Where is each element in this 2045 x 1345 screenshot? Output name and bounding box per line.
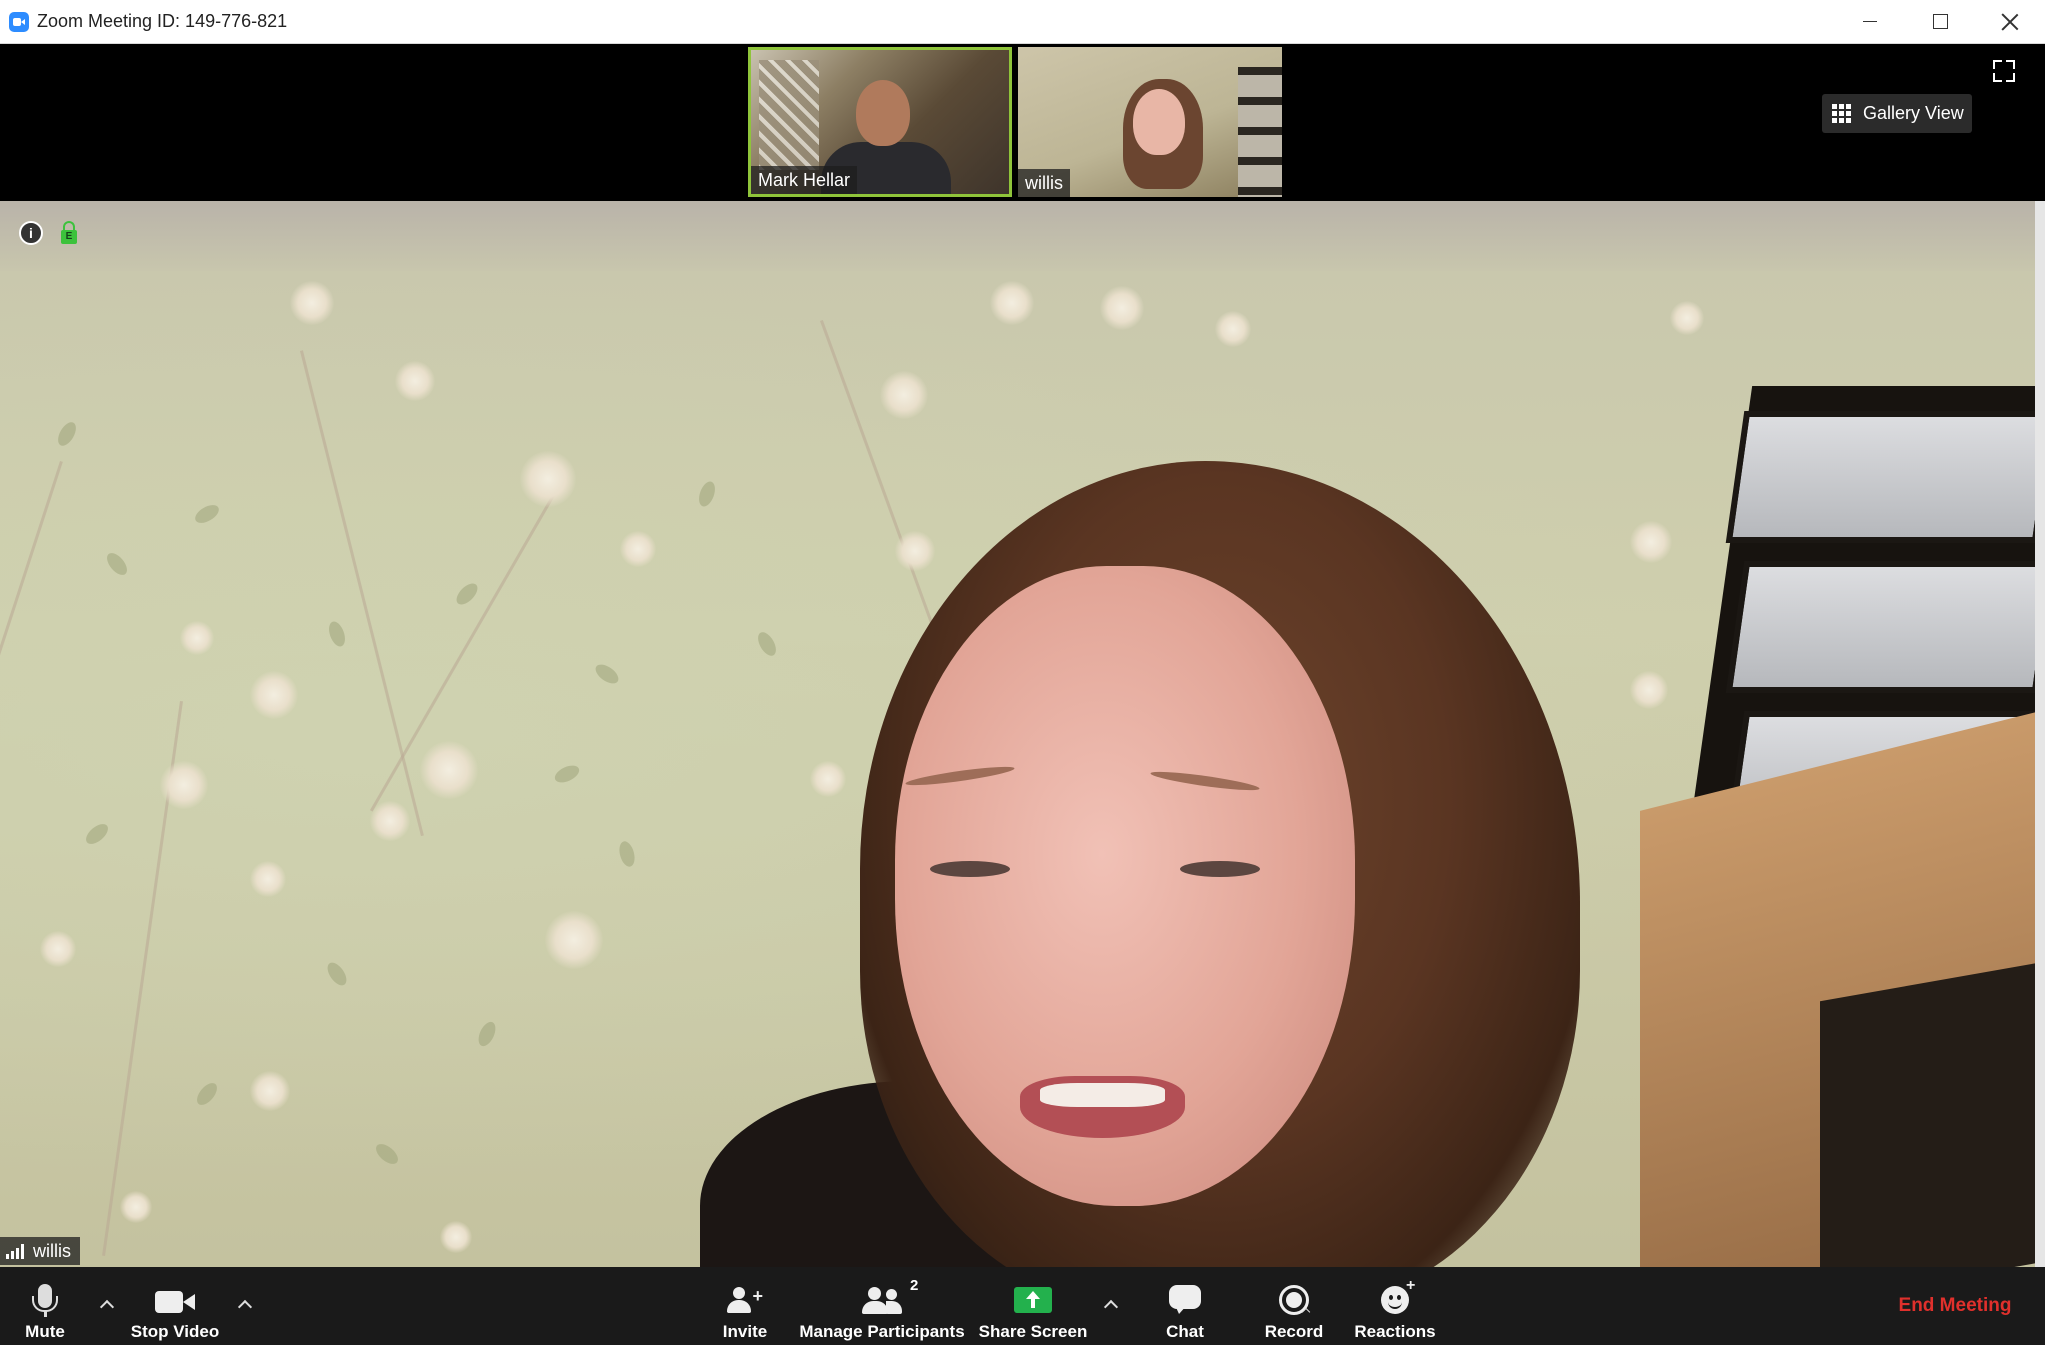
participants-icon: 2 xyxy=(862,1277,918,1314)
gallery-view-label: Gallery View xyxy=(1863,103,1964,123)
speaker-eye xyxy=(930,861,1010,877)
video-options-caret[interactable] xyxy=(235,1295,255,1315)
chat-bubble-icon xyxy=(1169,1285,1201,1314)
fullscreen-icon[interactable] xyxy=(1993,60,2015,82)
window-edge xyxy=(2035,201,2045,1267)
mute-button[interactable]: Mute xyxy=(15,1267,75,1345)
share-options-caret[interactable] xyxy=(1101,1295,1121,1315)
manage-participants-label: Manage Participants xyxy=(799,1322,965,1341)
maximize-icon xyxy=(1932,14,1948,29)
maximize-button[interactable] xyxy=(1905,0,1975,43)
stop-video-button[interactable]: Stop Video xyxy=(125,1267,225,1345)
background-drawers xyxy=(1238,67,1282,197)
participant-name-label: willis xyxy=(1018,169,1070,197)
record-label: Record xyxy=(1264,1322,1324,1341)
grid-icon xyxy=(1832,103,1852,124)
minimize-button[interactable] xyxy=(1835,0,1905,43)
speaker-eye xyxy=(1180,861,1260,877)
reactions-label: Reactions xyxy=(1354,1322,1436,1341)
close-icon xyxy=(2001,13,2019,31)
video-thumbnail-strip: Mark Hellar willis Gallery View xyxy=(0,44,2045,201)
participant-thumbnail-willis[interactable]: willis xyxy=(1018,47,1282,197)
gallery-view-button[interactable]: Gallery View xyxy=(1822,94,1972,133)
manage-participants-button[interactable]: 2 Manage Participants xyxy=(797,1267,967,1345)
window-title: Zoom Meeting ID: 149-776-821 xyxy=(37,11,288,31)
participant-name-label: Mark Hellar xyxy=(751,166,858,194)
microphone-icon xyxy=(32,1284,58,1317)
active-speaker-name-tag: willis xyxy=(0,1237,80,1265)
invite-label: Invite xyxy=(722,1322,768,1341)
storage-drawer xyxy=(1725,411,2035,543)
zoom-app-icon xyxy=(9,11,29,32)
stop-video-label: Stop Video xyxy=(130,1322,220,1341)
meeting-toolbar: Mute Stop Video + Invite 2 Manage Partic… xyxy=(0,1267,2045,1345)
participant-face xyxy=(1133,89,1185,155)
end-meeting-button[interactable]: End Meeting xyxy=(1880,1288,2030,1324)
minimize-icon xyxy=(1863,21,1877,22)
storage-drawer xyxy=(1725,561,2035,693)
encryption-lock-icon[interactable]: E xyxy=(61,221,77,245)
background-lattice xyxy=(759,60,819,170)
smiley-icon: + xyxy=(1381,1277,1415,1314)
video-camera-icon xyxy=(155,1291,195,1313)
speaker-name: willis xyxy=(33,1241,71,1261)
add-person-icon: + xyxy=(727,1287,763,1313)
chat-button[interactable]: Chat xyxy=(1160,1267,1210,1345)
wall-background xyxy=(0,201,2035,271)
audio-options-caret[interactable] xyxy=(97,1295,117,1315)
speaker-teeth xyxy=(1040,1083,1165,1107)
active-speaker-video xyxy=(0,201,2035,1267)
zoom-meeting-window: Zoom Meeting ID: 149-776-821 Mark Hellar… xyxy=(0,0,2045,1345)
participant-thumbnail-mark-hellar[interactable]: Mark Hellar xyxy=(748,47,1012,197)
share-screen-label: Share Screen xyxy=(978,1322,1088,1341)
dark-box xyxy=(1820,960,2035,1267)
share-screen-button[interactable]: Share Screen xyxy=(978,1267,1088,1345)
info-icon[interactable]: i xyxy=(19,221,43,245)
reactions-button[interactable]: + Reactions xyxy=(1350,1267,1440,1345)
signal-strength-icon xyxy=(6,1243,26,1259)
share-screen-icon xyxy=(1014,1287,1052,1313)
record-button[interactable]: Record xyxy=(1259,1267,1329,1345)
mute-label: Mute xyxy=(25,1322,65,1341)
participant-face xyxy=(856,80,910,146)
participant-count: 2 xyxy=(910,1277,919,1294)
close-button[interactable] xyxy=(1975,0,2045,43)
title-bar: Zoom Meeting ID: 149-776-821 xyxy=(0,0,2045,44)
window-controls xyxy=(1835,0,2045,43)
invite-button[interactable]: + Invite xyxy=(710,1267,780,1345)
chat-label: Chat xyxy=(1166,1322,1204,1341)
record-caret-icon xyxy=(1301,1305,1311,1315)
